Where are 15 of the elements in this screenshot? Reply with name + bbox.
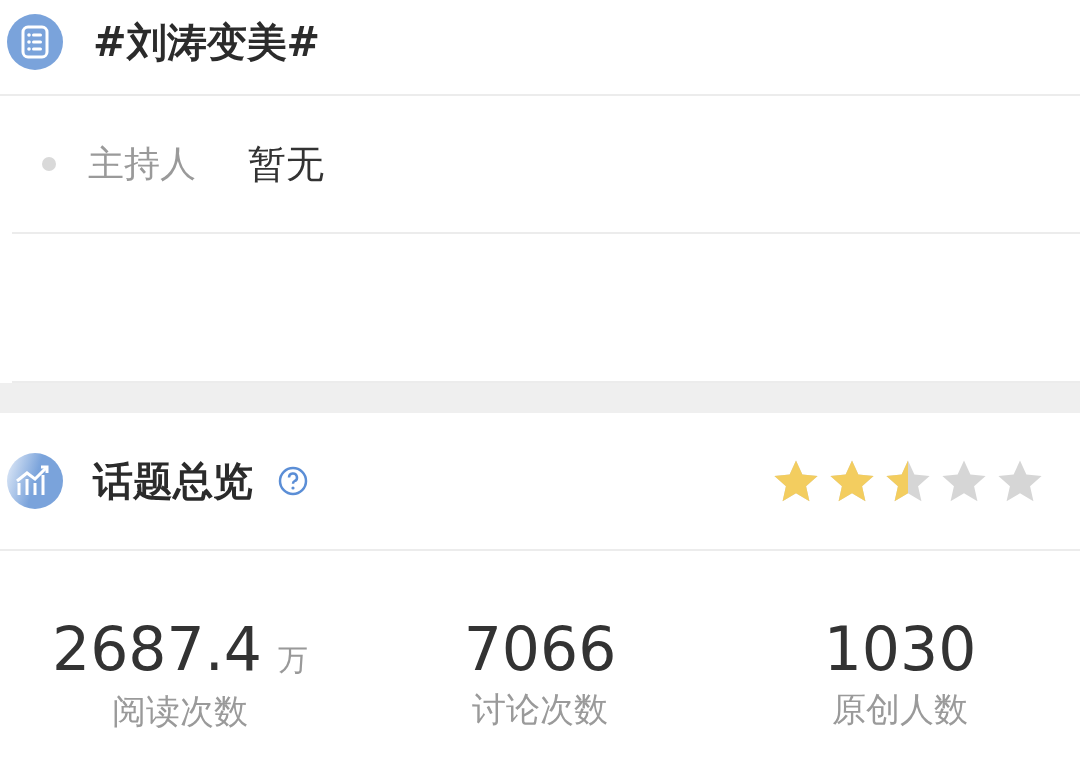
stat-value: 7066 [463,619,617,679]
stat-label: 原创人数 [832,688,968,731]
topic-title: #刘涛变美# [93,17,321,67]
stat-label: 阅读次数 [112,690,248,733]
host-label: 主持人 [88,141,196,186]
bullet-dot [42,157,56,171]
section-title: 话题总览 [93,456,253,506]
stat-unit: 万 [277,641,308,679]
list-icon [7,14,63,70]
chart-icon [7,453,63,509]
stat-label: 讨论次数 [472,688,608,731]
stat-value: 2687.4 [52,619,262,679]
host-value: 暂无 [248,140,324,188]
stat-value: 1030 [823,619,977,679]
help-icon[interactable] [277,465,309,497]
